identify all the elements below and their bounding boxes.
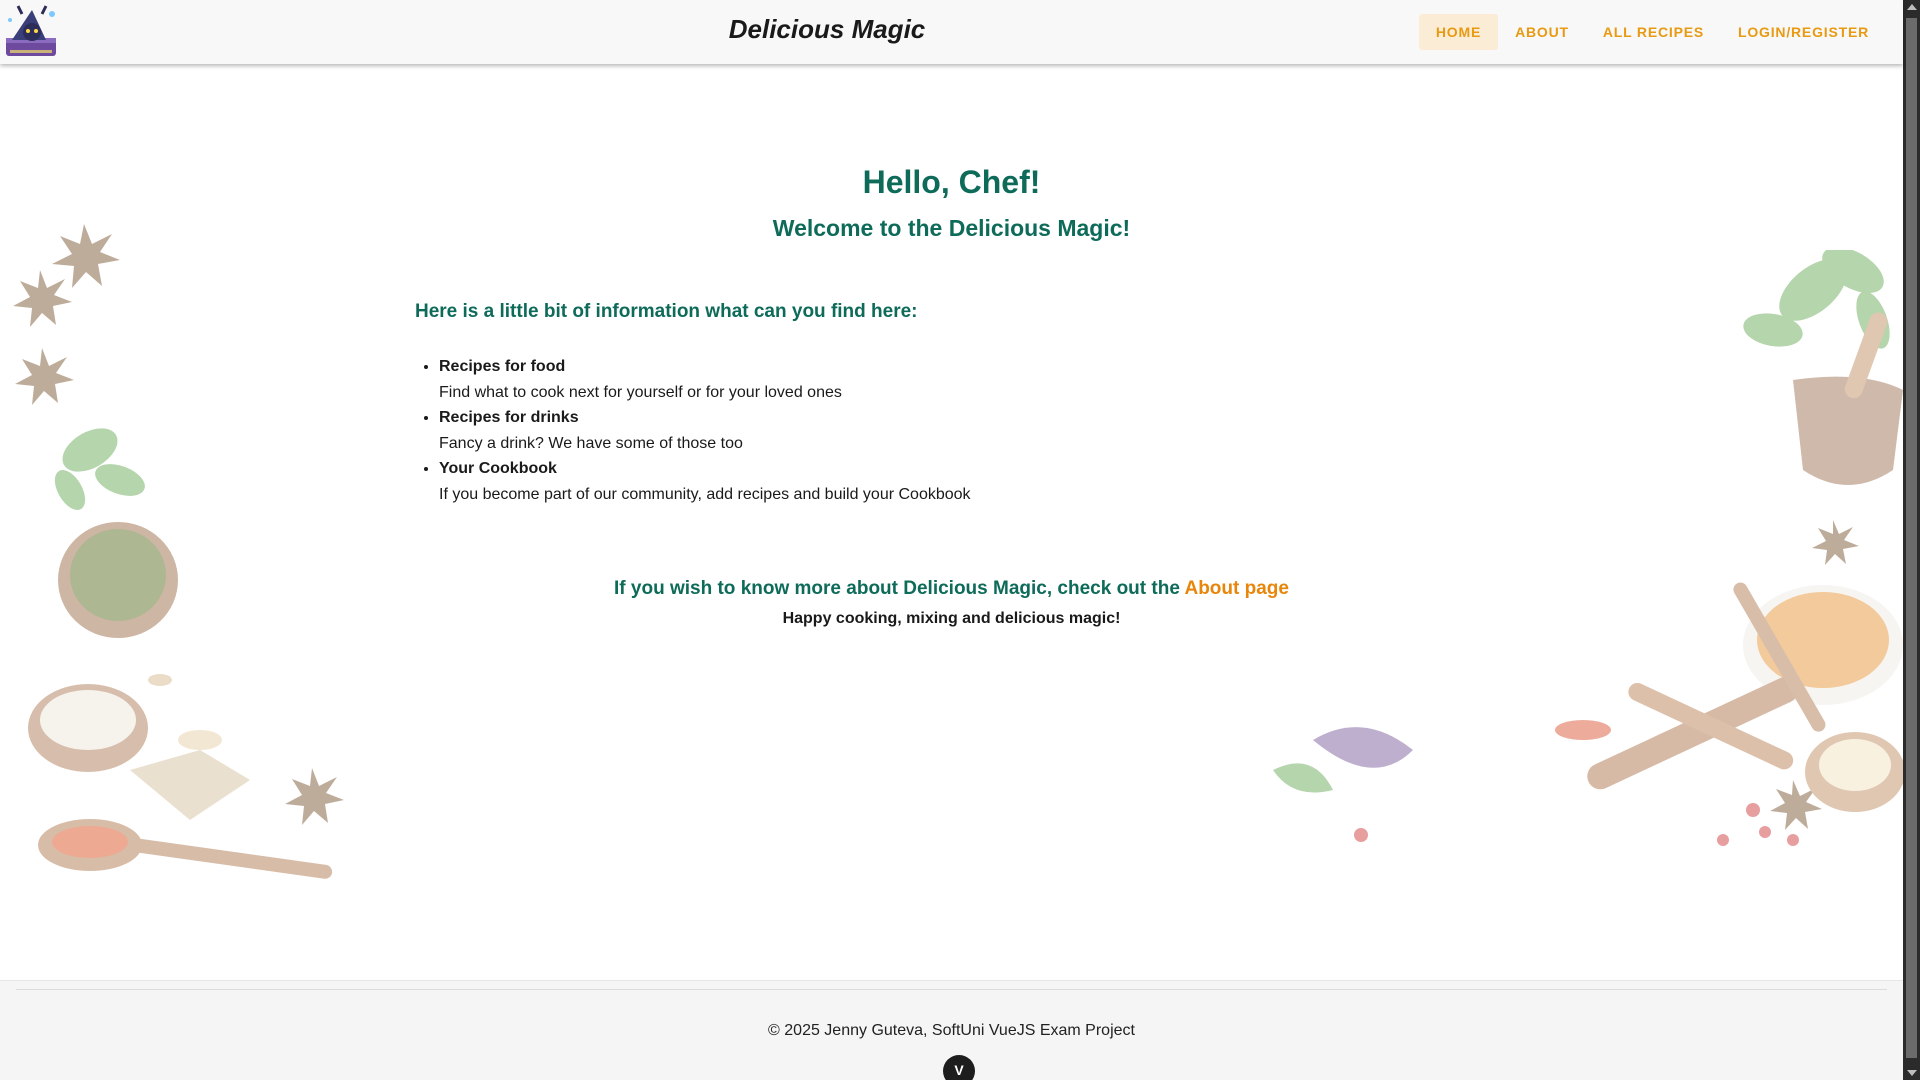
vue-devtools-icon[interactable]: V <box>943 1055 975 1080</box>
feature-title: Your Cookbook <box>439 460 557 477</box>
list-item: Recipes for drinks Fancy a drink? We hav… <box>439 405 971 456</box>
footer-copyright: © 2025 Jenny Guteva, SoftUni VueJS Exam … <box>768 1022 1135 1039</box>
about-prompt-text: If you wish to know more about Delicious… <box>614 578 1185 599</box>
site-title: Delicious Magic <box>728 14 926 44</box>
scroll-up-icon[interactable] <box>1907 4 1917 10</box>
feature-title: Recipes for food <box>439 358 566 375</box>
nav-about[interactable]: ABOUT <box>1498 14 1586 50</box>
scroll-down-icon[interactable] <box>1907 1070 1917 1076</box>
closing-message: Happy cooking, mixing and delicious magi… <box>782 610 1121 627</box>
spices-herbs-decoration-left-icon <box>13 224 344 879</box>
spices-mortar-decoration-right-icon <box>1273 250 1903 846</box>
main-nav: HOME ABOUT ALL RECIPES LOGIN/REGISTER <box>1418 14 1886 50</box>
page-scrollbar[interactable] <box>1903 0 1920 1080</box>
hero-subtitle: Welcome to the Delicious Magic! <box>772 215 1131 241</box>
feature-description: If you become part of our community, add… <box>439 485 971 503</box>
hero-title: Hello, Chef! <box>862 164 1041 200</box>
feature-title: Recipes for drinks <box>439 409 579 426</box>
features-list: Recipes for food Find what to cook next … <box>415 354 971 507</box>
scroll-thumb[interactable] <box>1906 18 1917 1058</box>
page: Delicious Magic HOME ABOUT ALL RECIPES L… <box>0 0 1903 1080</box>
top-navbar: Delicious Magic HOME ABOUT ALL RECIPES L… <box>0 0 1903 64</box>
info-heading: Here is a little bit of information what… <box>415 301 918 322</box>
about-prompt: If you wish to know more about Delicious… <box>0 578 1903 600</box>
feature-description: Fancy a drink? We have some of those too <box>439 434 743 452</box>
list-item: Your Cookbook If you become part of our … <box>439 456 971 507</box>
feature-description: Find what to cook next for yourself or f… <box>439 383 842 401</box>
list-item: Recipes for food Find what to cook next … <box>439 354 971 405</box>
nav-login-register[interactable]: LOGIN/REGISTER <box>1721 14 1886 50</box>
nav-home[interactable]: HOME <box>1418 14 1499 50</box>
nav-all-recipes[interactable]: ALL RECIPES <box>1586 14 1721 50</box>
footer-divider <box>16 989 1887 990</box>
about-page-link[interactable]: About page <box>1184 578 1289 599</box>
